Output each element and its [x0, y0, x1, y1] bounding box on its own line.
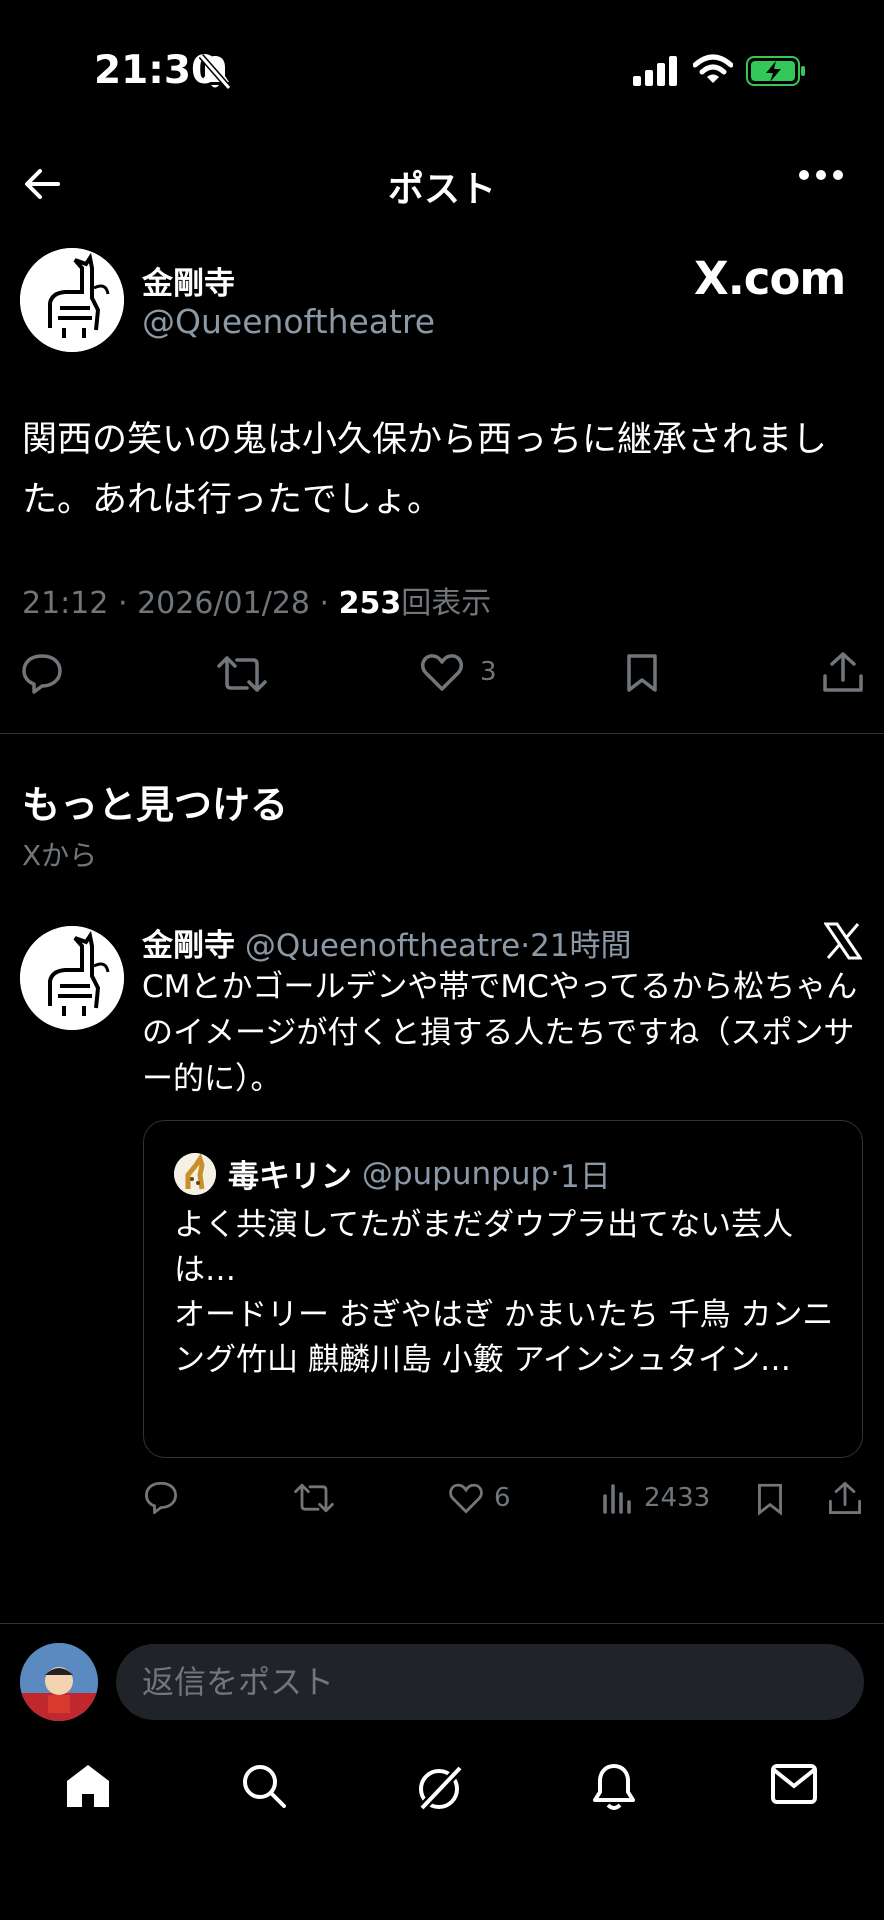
author-handle[interactable]: @Queenoftheatre [142, 302, 435, 341]
quoted-post-header: 毒キリン @pupunpup · 1日 [174, 1151, 611, 1196]
separator-dot: · [520, 928, 531, 964]
quoted-post-text: よく共演してたがまだダウプラ出てない芸人は… オードリー おぎやはぎ かまいたち… [174, 1203, 834, 1383]
more-options-icon[interactable] [798, 168, 844, 182]
cellular-signal-icon [633, 56, 677, 86]
analytics-icon [602, 1482, 632, 1514]
repost-icon[interactable] [217, 654, 267, 694]
wifi-icon [693, 54, 733, 86]
home-icon[interactable] [64, 1762, 112, 1810]
author-name[interactable]: 金剛寺 [142, 258, 235, 303]
discover-title: もっと見つける [22, 783, 289, 827]
like-count: 6 [494, 1483, 511, 1513]
views-label: 回表示 [401, 586, 492, 621]
bookmark-icon[interactable] [756, 1482, 784, 1516]
recommended-author-avatar[interactable] [20, 926, 124, 1030]
share-icon[interactable] [822, 650, 864, 694]
quoted-author-handle[interactable]: @pupunpup [362, 1156, 550, 1192]
views-count: 253 [338, 586, 402, 621]
messages-icon[interactable] [770, 1762, 818, 1806]
separator-dot: · [550, 1155, 561, 1192]
bookmark-icon[interactable] [625, 652, 659, 694]
divider [0, 733, 884, 734]
reply-icon[interactable] [143, 1480, 179, 1514]
recommended-post-header: 金剛寺 @Queenoftheatre·21時間 [142, 920, 632, 965]
quoted-author-name[interactable]: 毒キリン [228, 1151, 352, 1196]
recommended-post-text: CMとかゴールデンや帯でMCやってるから松ちゃんのイメージが付くと損する人たちで… [142, 969, 858, 1097]
author-avatar[interactable] [20, 248, 124, 352]
quoted-post[interactable]: 毒キリン @pupunpup · 1日 よく共演してたがまだダウプラ出てない芸人は…… [143, 1120, 863, 1458]
quoted-time-ago: 1日 [560, 1159, 611, 1195]
current-user-avatar[interactable] [20, 1643, 98, 1721]
share-icon[interactable] [828, 1480, 862, 1516]
views-button[interactable]: 2433 [602, 1482, 710, 1514]
post-meta: 21:12 · 2026/01/28 · 253回表示 [22, 586, 492, 621]
post-time: 21:12 [22, 586, 109, 621]
search-icon[interactable] [240, 1762, 288, 1810]
reply-input[interactable]: 返信をポスト [116, 1644, 864, 1720]
discover-subtitle: Xから [22, 839, 98, 872]
divider [0, 1623, 884, 1624]
like-button[interactable]: 3 [420, 652, 497, 692]
x-logo-icon [824, 922, 862, 960]
recommended-author-handle[interactable]: @Queenoftheatre [245, 928, 520, 964]
post-text: 関西の笑いの鬼は小久保から西っちに継承されました。あれは行ったでしょ。 [22, 420, 828, 520]
like-button[interactable]: 6 [448, 1482, 511, 1514]
view-count: 2433 [644, 1483, 711, 1513]
reply-icon[interactable] [20, 652, 64, 694]
post-date: 2026/01/28 [137, 586, 310, 621]
grok-icon[interactable] [414, 1762, 466, 1814]
quoted-author-avatar [174, 1152, 216, 1195]
quoted-text-line: よく共演してたがまだダウプラ出てない芸人は… [174, 1207, 794, 1288]
recommended-time-ago: 21時間 [530, 928, 632, 964]
source-label: X.com [694, 252, 846, 305]
recommended-author-name[interactable]: 金剛寺 [142, 928, 235, 964]
like-count: 3 [480, 657, 497, 687]
heart-icon [448, 1482, 484, 1514]
bell-muted-icon [198, 52, 232, 92]
repost-icon[interactable] [294, 1482, 334, 1514]
heart-icon [420, 652, 464, 692]
page-title: ポスト [387, 169, 496, 210]
quoted-text-line: オードリー おぎやはぎ かまいたち 千鳥 カンニング竹山 麒麟川島 小籔 アイン… [174, 1297, 834, 1378]
notifications-icon[interactable] [592, 1762, 636, 1812]
battery-charging-icon [746, 56, 806, 86]
